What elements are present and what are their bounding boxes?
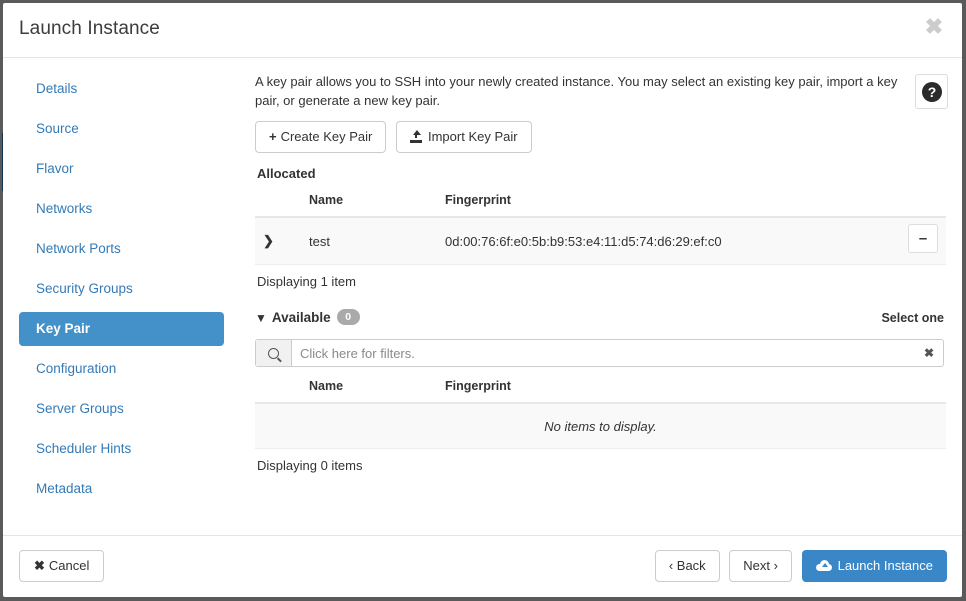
available-header: ▼ Available 0 Select one <box>255 309 944 331</box>
row-name-cell: test <box>301 217 437 265</box>
allocated-name-header: Name <box>301 187 437 218</box>
filter-input[interactable] <box>292 340 915 366</box>
available-count-badge: 0 <box>336 309 360 325</box>
sidebar-item-key-pair[interactable]: Key Pair <box>19 312 224 346</box>
next-button[interactable]: Next › <box>729 550 792 582</box>
allocated-expand-header <box>255 187 301 218</box>
sidebar-item-server-groups[interactable]: Server Groups <box>19 392 224 426</box>
modal-header: Launch Instance ✖ <box>3 3 962 58</box>
key-pair-panel: A key pair allows you to SSH into your n… <box>243 58 962 535</box>
chevron-right-icon[interactable]: ❯ <box>263 233 274 249</box>
sidebar-item-flavor[interactable]: Flavor <box>19 152 224 186</box>
close-icon[interactable]: ✖ <box>923 16 945 38</box>
help-button[interactable]: ? <box>915 74 948 109</box>
launch-instance-modal: Launch Instance ✖ Details Source Flavor … <box>3 3 962 597</box>
sidebar-item-networks[interactable]: Networks <box>19 192 224 226</box>
panel-description: A key pair allows you to SSH into your n… <box>255 74 898 108</box>
allocated-count-label: Displaying 1 item <box>257 274 356 289</box>
remove-key-pair-button[interactable]: – <box>908 224 938 253</box>
sidebar-item-details[interactable]: Details <box>19 72 224 106</box>
available-empty-message: No items to display. <box>255 403 946 449</box>
table-row[interactable]: ❯ test 0d:00:76:6f:e0:5b:b9:53:e4:11:d5:… <box>255 217 946 265</box>
filter-bar: ✖ <box>255 339 944 367</box>
key-pair-actions: + Create Key Pair Import Key Pair <box>243 110 962 153</box>
available-count-label: Displaying 0 items <box>257 458 363 473</box>
available-action-header <box>870 373 946 404</box>
intro-row: A key pair allows you to SSH into your n… <box>243 58 962 110</box>
allocated-table: Name Fingerprint ❯ test 0d:00:76:6f:e0:5… <box>255 187 946 265</box>
modal-body: Details Source Flavor Networks Network P… <box>3 58 962 536</box>
allocated-fingerprint-header: Fingerprint <box>437 187 870 218</box>
row-fingerprint-cell: 0d:00:76:6f:e0:5b:b9:53:e4:11:d5:74:d6:2… <box>437 217 870 265</box>
wizard-sidebar: Details Source Flavor Networks Network P… <box>3 58 240 512</box>
close-x-icon: ✖ <box>34 558 45 573</box>
create-key-pair-button[interactable]: + Create Key Pair <box>255 121 387 153</box>
import-key-pair-label: Import Key Pair <box>427 129 518 144</box>
page-title: Launch Instance <box>19 18 160 39</box>
launch-instance-label: Launch Instance <box>837 558 933 573</box>
import-key-pair-button[interactable]: Import Key Pair <box>395 121 532 153</box>
available-spacer-header <box>255 373 301 404</box>
available-toggle[interactable]: ▼ Available 0 <box>255 309 360 325</box>
available-name-header: Name <box>301 373 437 404</box>
question-mark-icon: ? <box>922 82 942 102</box>
chevron-down-icon: ▼ <box>255 311 267 325</box>
sidebar-item-source[interactable]: Source <box>19 112 224 146</box>
available-fingerprint-header: Fingerprint <box>437 373 870 404</box>
search-icon <box>268 347 279 359</box>
footer-actions: ‹ Back Next › Launch Instance <box>654 550 947 582</box>
back-button[interactable]: ‹ Back <box>654 550 720 582</box>
sidebar-item-configuration[interactable]: Configuration <box>19 352 224 386</box>
allocated-heading: Allocated <box>257 166 316 181</box>
plus-icon: + <box>269 129 277 144</box>
cloud-upload-icon <box>815 560 832 571</box>
available-heading: Available <box>271 310 331 325</box>
create-key-pair-label: Create Key Pair <box>280 129 373 144</box>
clear-filter-icon[interactable]: ✖ <box>915 340 943 366</box>
sidebar-item-metadata[interactable]: Metadata <box>19 472 224 506</box>
select-one-hint: Select one <box>881 311 944 325</box>
cancel-label: Cancel <box>48 558 90 573</box>
cancel-button[interactable]: ✖ Cancel <box>19 550 105 582</box>
sidebar-item-security-groups[interactable]: Security Groups <box>19 272 224 306</box>
row-action-cell: – <box>870 217 946 265</box>
sidebar-item-network-ports[interactable]: Network Ports <box>19 232 224 266</box>
available-table: Name Fingerprint No items to display. <box>255 373 946 449</box>
search-button[interactable] <box>256 340 292 366</box>
sidebar-item-scheduler-hints[interactable]: Scheduler Hints <box>19 432 224 466</box>
allocated-table-header-row: Name Fingerprint <box>255 187 946 218</box>
modal-footer: ✖ Cancel ‹ Back Next › Launch Instance <box>3 536 962 595</box>
launch-instance-button[interactable]: Launch Instance <box>801 550 947 582</box>
allocated-action-header <box>870 187 946 218</box>
available-table-header-row: Name Fingerprint <box>255 373 946 404</box>
upload-icon <box>409 130 422 143</box>
row-expand-cell[interactable]: ❯ <box>255 217 301 265</box>
table-row-empty: No items to display. <box>255 403 946 449</box>
